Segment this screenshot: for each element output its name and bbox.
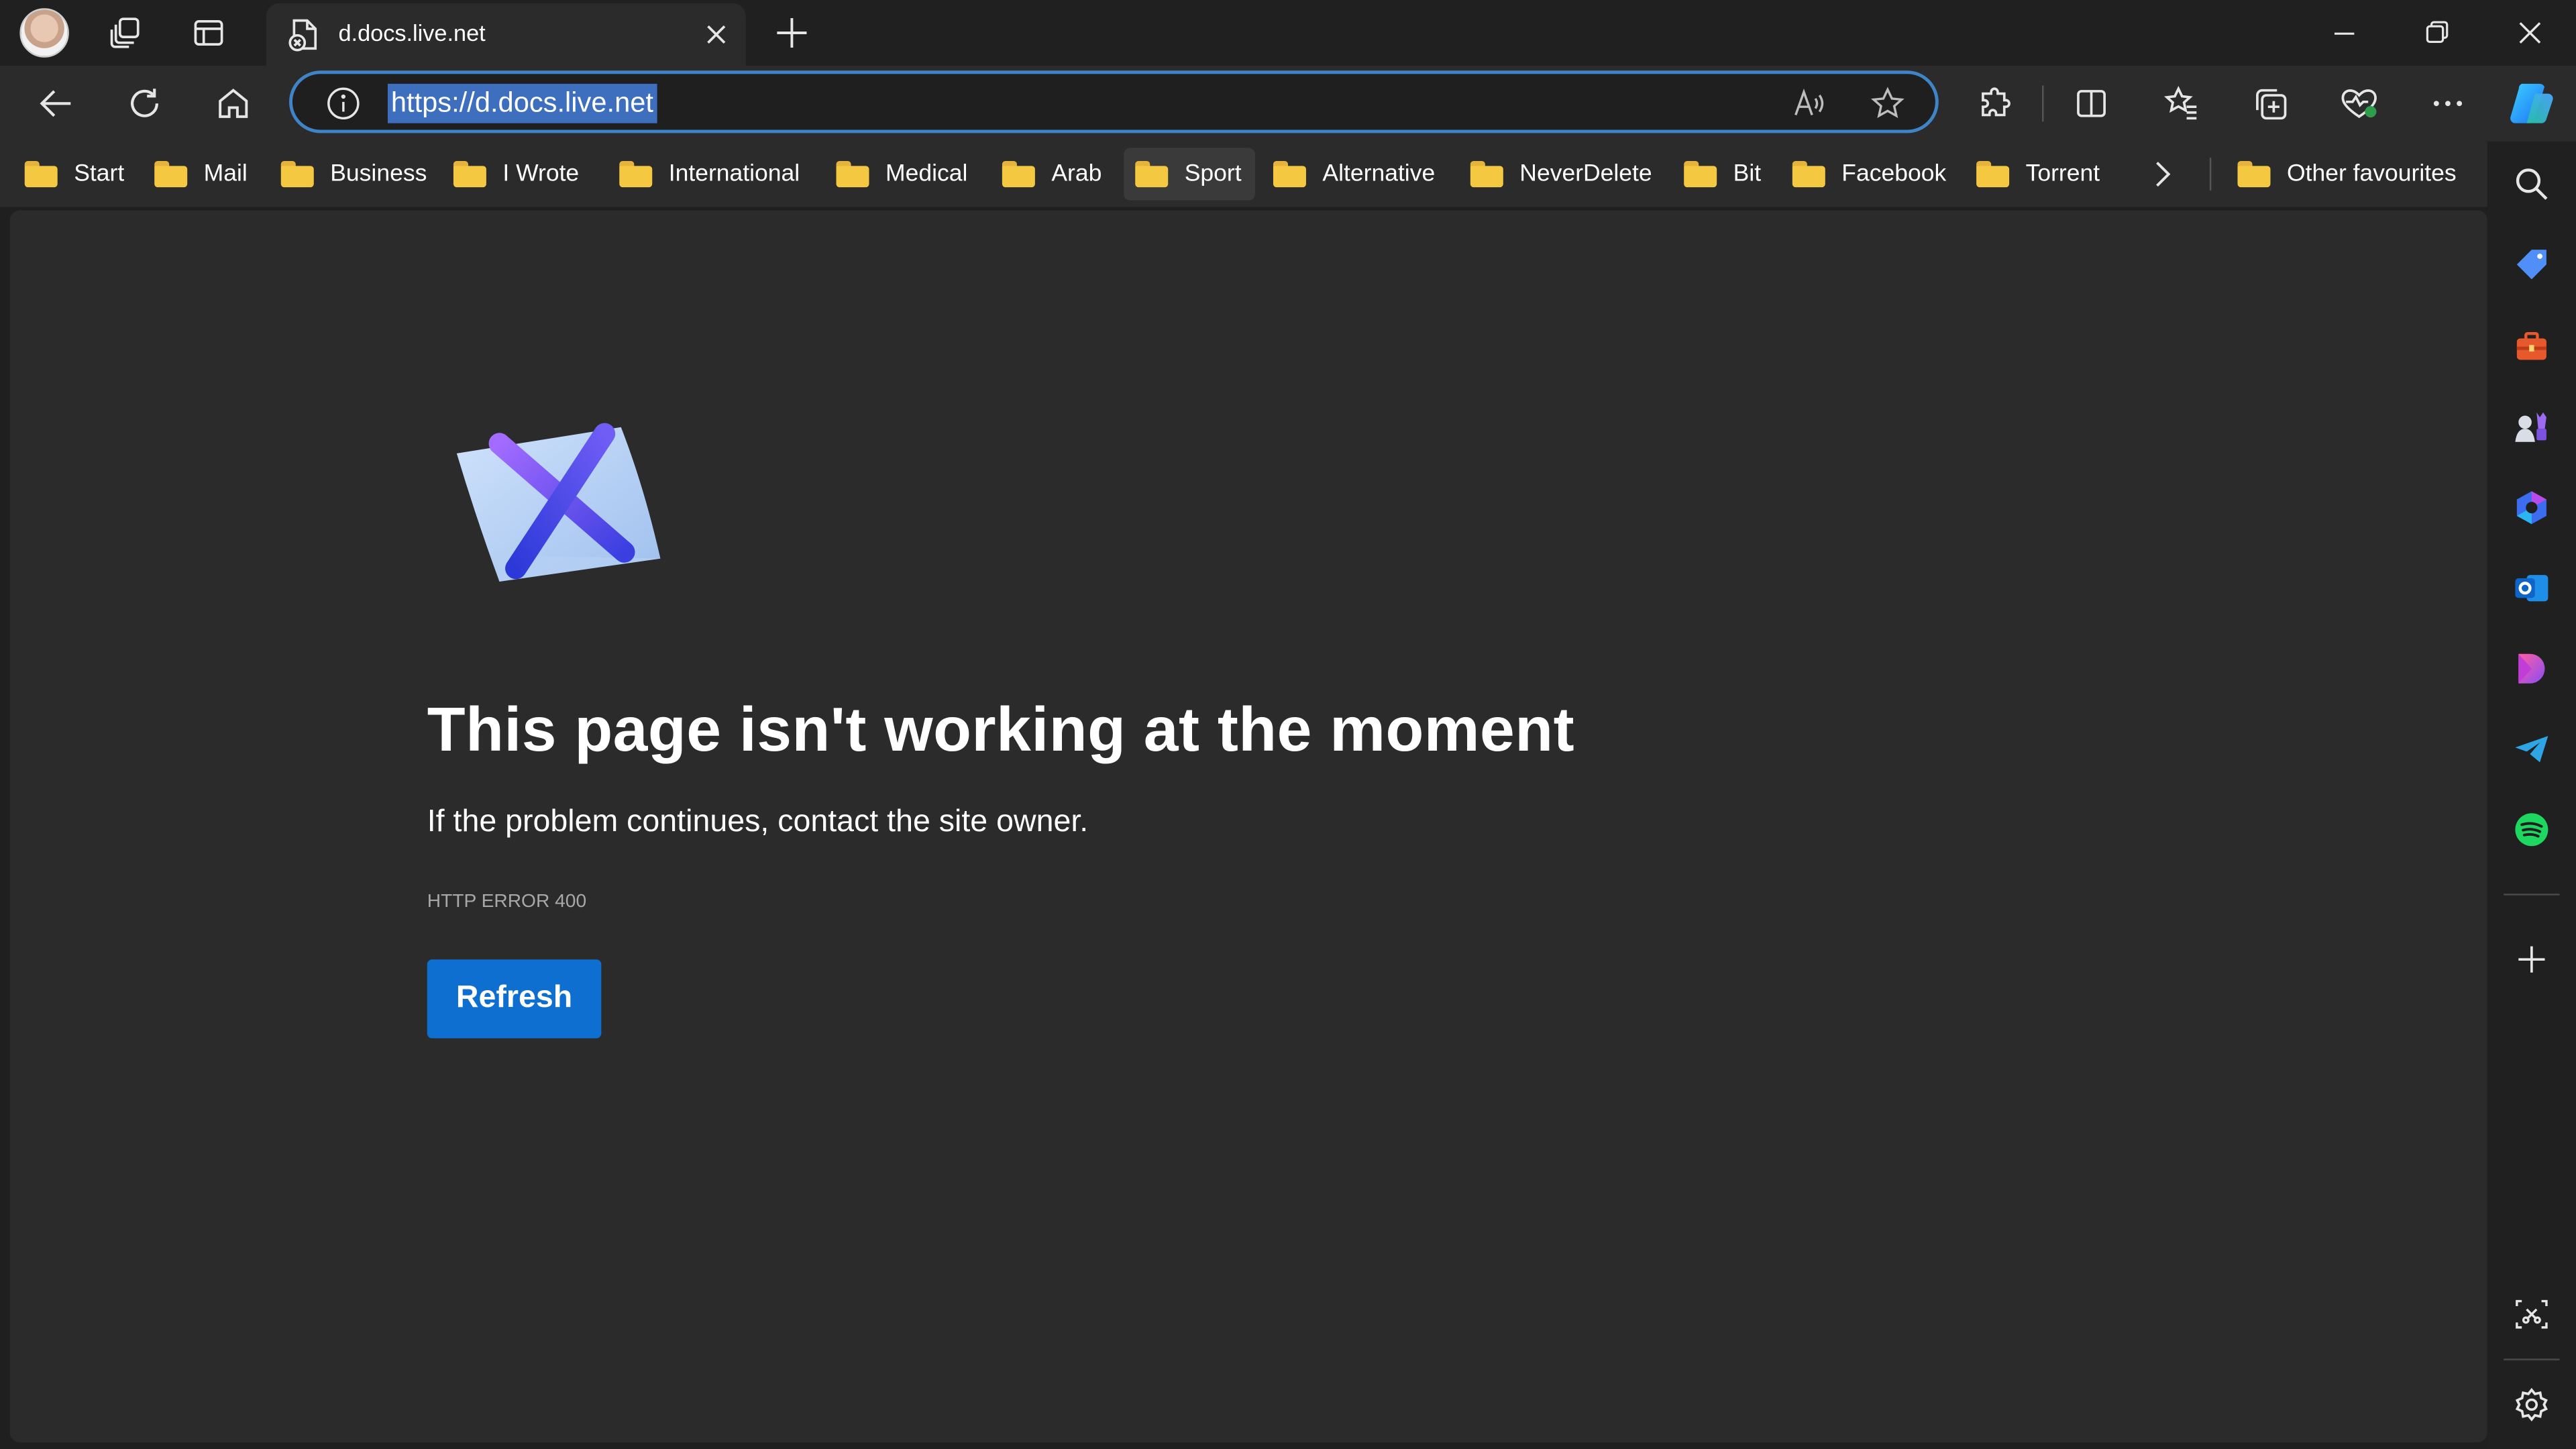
favourite-folder-other-favourites[interactable]: Other favourites — [2237, 148, 2457, 200]
favourites-bar: Start Mail Business I Wrote Internationa… — [0, 141, 2576, 207]
favourite-folder-start[interactable]: Start — [24, 148, 125, 200]
favourite-folder-medical[interactable]: Medical — [836, 148, 968, 200]
folder-icon — [1976, 161, 2010, 188]
favourites-separator — [2209, 158, 2212, 191]
error-subtitle: If the problem continues, contact the si… — [427, 805, 1089, 840]
favourite-label: Bit — [1733, 161, 1762, 188]
favourite-label: Sport — [1184, 161, 1242, 188]
favourite-folder-international[interactable]: International — [619, 148, 800, 200]
folder-icon — [1684, 161, 1717, 188]
settings-icon[interactable] — [2512, 1385, 2551, 1424]
screenshot-icon[interactable] — [2512, 1295, 2551, 1334]
favourite-label: Start — [74, 161, 125, 188]
favourite-folder-i-wrote[interactable]: I Wrote — [453, 148, 579, 200]
address-bar[interactable]: https://d.docs.live.net — [289, 70, 1939, 133]
right-sidebar — [2487, 141, 2576, 1449]
folder-icon — [1002, 161, 1035, 188]
close-icon[interactable] — [700, 18, 733, 51]
favourite-folder-torrent[interactable]: Torrent — [1976, 148, 2100, 200]
refresh-button[interactable]: Refresh — [427, 959, 602, 1038]
toolbar-separator — [2042, 85, 2044, 122]
folder-icon — [154, 161, 188, 188]
favourite-label: Medical — [885, 161, 968, 188]
favourite-label: Arab — [1051, 161, 1102, 188]
telegram-icon[interactable] — [2512, 729, 2551, 769]
sidebar-separator — [2504, 894, 2560, 896]
favourite-folder-business[interactable]: Business — [280, 148, 427, 200]
shopping-tag-icon[interactable] — [2512, 245, 2551, 284]
chevron-right-icon[interactable] — [2142, 154, 2182, 194]
add-icon[interactable] — [2512, 940, 2551, 979]
folder-icon — [1792, 161, 1825, 188]
tab-active[interactable]: d.docs.live.net — [266, 3, 746, 66]
back-arrow-icon[interactable] — [32, 79, 80, 128]
tab-strip: d.docs.live.net — [0, 0, 2576, 66]
plus-icon[interactable] — [769, 10, 815, 56]
error-document-illustration — [450, 421, 680, 598]
favourite-label: Mail — [203, 161, 248, 188]
copilot-icon[interactable] — [2504, 76, 2559, 131]
extensions-icon[interactable] — [1972, 79, 2021, 128]
favourite-folder-alternative[interactable]: Alternative — [1273, 148, 1435, 200]
folder-icon — [1470, 161, 1503, 188]
collections-icon[interactable] — [2246, 79, 2295, 128]
browser-window: d.docs.live.net https://d.docs.live.net … — [0, 0, 2576, 1449]
favourite-folder-facebook[interactable]: Facebook — [1792, 148, 1946, 200]
favourite-label: Torrent — [2025, 161, 2100, 188]
window-close-icon[interactable] — [2507, 10, 2553, 56]
microsoft-365-icon[interactable] — [2512, 488, 2551, 527]
favourite-label: NeverDelete — [1519, 161, 1652, 188]
tab-actions-icon[interactable] — [182, 7, 235, 59]
folder-icon — [836, 161, 869, 188]
profile-avatar[interactable] — [19, 8, 69, 58]
spotify-icon[interactable] — [2512, 810, 2551, 849]
designer-icon[interactable] — [2512, 649, 2551, 688]
folder-icon — [2237, 161, 2271, 188]
error-code: HTTP ERROR 400 — [427, 892, 587, 912]
toolbar: https://d.docs.live.net — [0, 65, 2576, 142]
favourite-label: International — [668, 161, 800, 188]
restore-icon[interactable] — [2414, 10, 2460, 56]
outlook-icon[interactable] — [2512, 568, 2551, 608]
favourites-icon[interactable] — [2157, 79, 2206, 128]
folder-icon — [24, 161, 58, 188]
refresh-icon[interactable] — [120, 79, 169, 128]
tools-icon[interactable] — [2512, 327, 2551, 366]
browser-essentials-icon[interactable] — [2334, 79, 2383, 128]
folder-icon — [1273, 161, 1306, 188]
search-icon[interactable] — [2512, 164, 2551, 204]
home-icon[interactable] — [209, 79, 258, 128]
split-screen-icon[interactable] — [2067, 79, 2116, 128]
favourite-folder-bit[interactable]: Bit — [1684, 148, 1761, 200]
folder-icon — [619, 161, 653, 188]
more-icon[interactable] — [2423, 79, 2472, 128]
read-aloud-icon[interactable] — [1790, 85, 1827, 121]
star-icon[interactable] — [1870, 85, 1906, 121]
broken-page-favicon — [286, 16, 322, 52]
favourite-folder-mail[interactable]: Mail — [154, 148, 248, 200]
minimize-icon[interactable] — [2321, 10, 2367, 56]
tab-title: d.docs.live.net — [338, 19, 486, 46]
sidebar-separator — [2504, 1358, 2560, 1360]
games-icon[interactable] — [2512, 407, 2551, 447]
favourite-folder-sport[interactable]: Sport — [1124, 148, 1255, 201]
favourite-folder-neverdelete[interactable]: NeverDelete — [1470, 148, 1652, 200]
error-title: This page isn't working at the moment — [427, 696, 1575, 766]
folder-icon — [280, 161, 314, 188]
info-icon[interactable] — [325, 85, 362, 121]
url-text[interactable]: https://d.docs.live.net — [387, 83, 657, 123]
favourite-label: Other favourites — [2286, 161, 2457, 188]
workspaces-icon[interactable] — [99, 7, 151, 59]
favourite-label: I Wrote — [502, 161, 580, 188]
favourite-label: Alternative — [1322, 161, 1436, 188]
page-content: This page isn't working at the moment If… — [9, 210, 2487, 1443]
folder-icon — [453, 161, 486, 188]
favourite-label: Facebook — [1841, 161, 1947, 188]
favourite-label: Business — [330, 161, 427, 188]
favourite-folder-arab[interactable]: Arab — [1002, 148, 1102, 200]
folder-icon — [1135, 161, 1169, 188]
